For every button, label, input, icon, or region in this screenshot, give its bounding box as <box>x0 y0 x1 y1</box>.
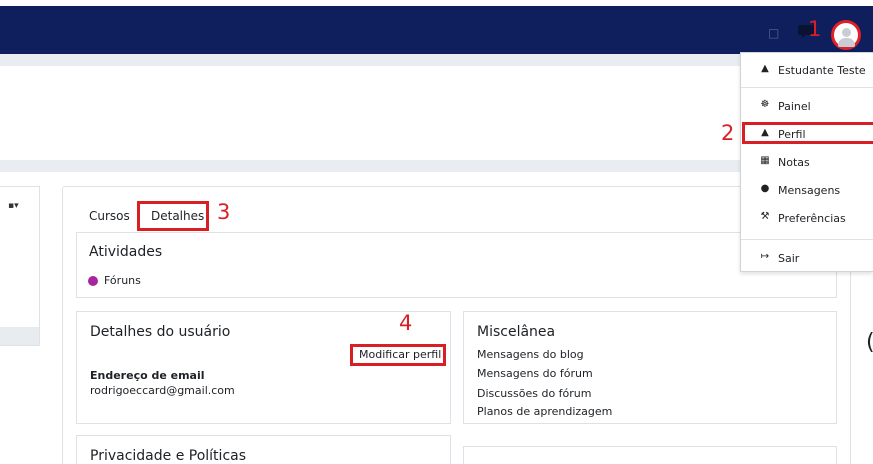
user-menu-dropdown: ▲ Estudante Teste ☸ Painel ▲ Perfil ▦ No… <box>740 52 873 272</box>
user-details-title: Detalhes do usuário <box>90 324 231 340</box>
menu-item-painel[interactable]: ☸ Painel <box>741 95 873 117</box>
section-divider-band <box>0 160 740 172</box>
logout-icon: ↦ <box>760 251 770 262</box>
menu-item-user[interactable]: ▲ Estudante Teste <box>741 59 873 81</box>
user-avatar-button[interactable] <box>831 20 861 50</box>
tab-cursos[interactable]: Cursos <box>89 209 130 223</box>
user-icon: ▲ <box>761 63 769 74</box>
perfil-highlight-box <box>742 122 873 144</box>
annotation-number: 4 <box>399 311 413 335</box>
page-header-band <box>0 54 740 66</box>
menu-item-label: Painel <box>778 100 811 113</box>
reports-panel <box>463 446 837 464</box>
misc-link-forum-discussions[interactable]: Discussões do fórum <box>477 387 592 400</box>
misc-title: Miscelânea <box>477 324 556 340</box>
misc-link-learning-plans[interactable]: Planos de aprendizagem <box>477 405 612 418</box>
top-navbar: □ <box>0 6 873 54</box>
dropdown-caret-icon[interactable]: ▪▾ <box>8 201 19 211</box>
menu-user-name: Estudante Teste <box>778 64 866 77</box>
tab-detalhes[interactable]: Detalhes <box>137 201 209 231</box>
privacy-title: Privacidade e Políticas <box>90 448 247 464</box>
annotation-number: 1 <box>808 17 822 41</box>
menu-item-sair[interactable]: ↦ Sair <box>741 247 873 269</box>
forums-link[interactable]: Fóruns <box>104 274 141 287</box>
left-block-footer <box>0 327 39 345</box>
email-label: Endereço de email <box>90 369 205 382</box>
activities-title: Atividades <box>89 244 163 260</box>
menu-item-label: Sair <box>778 252 800 265</box>
edit-profile-link[interactable]: Modificar perfil <box>350 344 446 366</box>
menu-item-label: Mensagens <box>778 184 841 197</box>
forum-icon <box>88 276 98 286</box>
menu-item-label: Notas <box>778 156 810 169</box>
left-block: ▪▾ <box>0 186 40 346</box>
menu-item-mensagens[interactable]: ● Mensagens <box>741 179 873 201</box>
menu-item-label: Preferências <box>778 212 846 225</box>
annotation-number: 3 <box>217 200 231 224</box>
dashboard-icon: ☸ <box>760 99 770 110</box>
activities-panel <box>76 232 837 298</box>
notification-bell-icon[interactable]: □ <box>768 26 779 40</box>
menu-item-notas[interactable]: ▦ Notas <box>741 151 873 173</box>
table-icon: ▦ <box>760 155 770 166</box>
partial-glyph: ( <box>866 330 873 355</box>
menu-item-preferencias[interactable]: ⚒ Preferências <box>741 207 873 229</box>
email-value: rodrigoeccard@gmail.com <box>90 384 235 397</box>
tab-detalhes-label: Detalhes <box>151 209 205 223</box>
wrench-icon: ⚒ <box>760 211 770 222</box>
annotation-number: 2 <box>721 121 735 145</box>
misc-link-blog[interactable]: Mensagens do blog <box>477 348 584 361</box>
message-icon: ● <box>760 183 770 194</box>
misc-link-forum-posts[interactable]: Mensagens do fórum <box>477 367 593 380</box>
